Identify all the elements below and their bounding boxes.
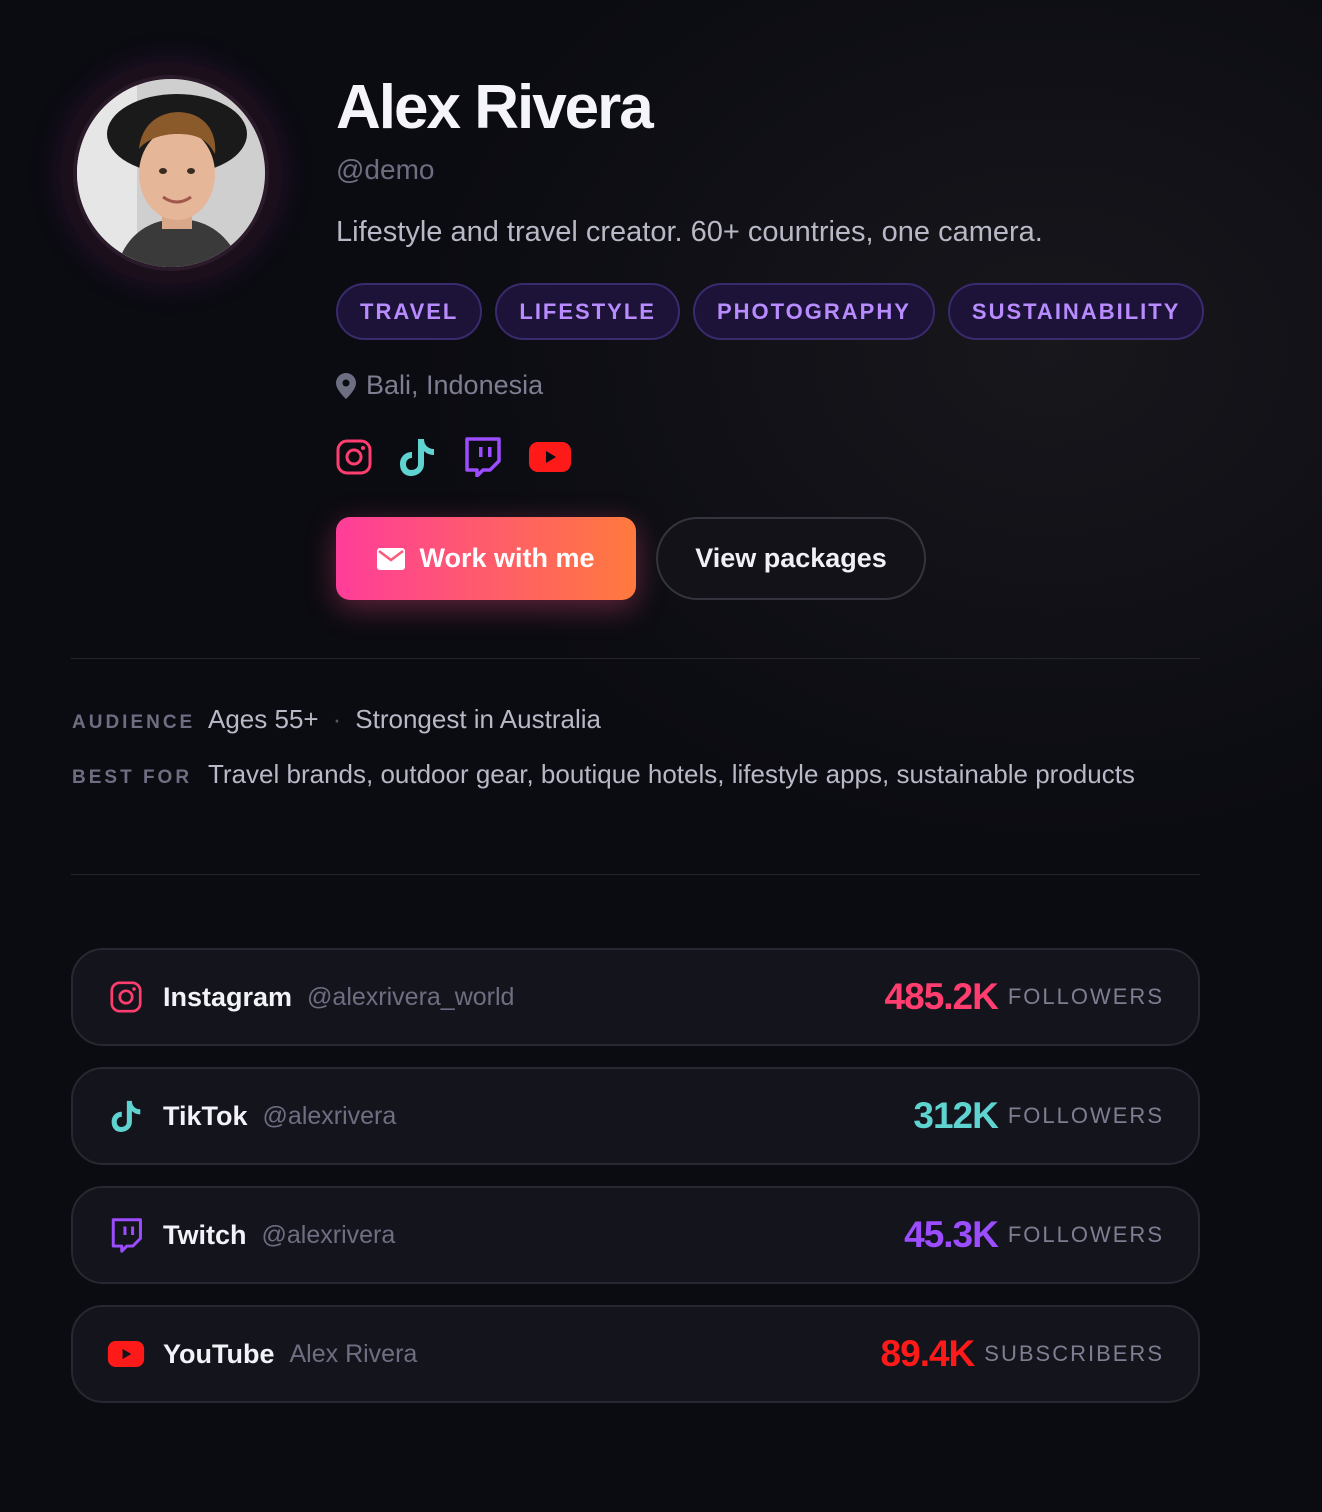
tag-travel[interactable]: TRAVEL (336, 283, 483, 340)
tag-lifestyle[interactable]: LIFESTYLE (495, 283, 680, 340)
location-text: Bali, Indonesia (366, 370, 544, 400)
instagram-icon[interactable] (336, 439, 372, 475)
audience-row: AUDIENCE Ages 55+ · Strongest in Australia (72, 704, 1212, 735)
platform-list: Instagram @alexrivera_world 485.2K FOLLO… (71, 948, 1200, 1424)
platform-card-instagram[interactable]: Instagram @alexrivera_world 485.2K FOLLO… (71, 948, 1200, 1046)
platform-card-youtube[interactable]: YouTube Alex Rivera 89.4K SUBSCRIBERS (71, 1305, 1200, 1403)
map-pin-icon (336, 372, 356, 399)
tiktok-icon[interactable] (398, 437, 436, 477)
tag-sustainability[interactable]: SUSTAINABILITY (947, 283, 1205, 340)
envelope-icon (377, 547, 406, 570)
instagram-icon (110, 981, 142, 1013)
platform-handle: @alexrivera (261, 1220, 396, 1249)
audience-region: Strongest in Australia (355, 704, 601, 734)
platform-handle: @alexrivera_world (307, 982, 515, 1011)
profile-handle: @demo (336, 154, 435, 185)
tiktok-icon (111, 1100, 141, 1132)
audience-value: Ages 55+ · Strongest in Australia (208, 704, 601, 735)
platform-card-twitch[interactable]: Twitch @alexrivera 45.3K FOLLOWERS (71, 1186, 1200, 1284)
audience-label: AUDIENCE (72, 712, 196, 733)
platform-name: Twitch (163, 1219, 247, 1250)
audience-separator: · (332, 704, 342, 734)
platform-name: Instagram (163, 981, 293, 1012)
action-buttons: Work with me View packages (336, 517, 1236, 600)
tag-photography[interactable]: PHOTOGRAPHY (692, 283, 935, 340)
platform-name: TikTok (163, 1100, 248, 1131)
divider-top (71, 658, 1200, 659)
profile-bio: Lifestyle and travel creator. 60+ countr… (336, 216, 1043, 248)
profile-header: Alex Rivera @demo Lifestyle and travel c… (336, 72, 1236, 600)
follower-count: 45.3K (904, 1214, 999, 1255)
follower-unit: FOLLOWERS (1007, 1222, 1164, 1247)
work-with-me-button[interactable]: Work with me (336, 517, 636, 600)
platform-name: YouTube (163, 1338, 275, 1369)
follower-count: 485.2K (884, 976, 999, 1017)
avatar-image (77, 79, 265, 267)
location: Bali, Indonesia (336, 370, 1236, 401)
twitch-icon[interactable] (462, 437, 502, 477)
youtube-icon[interactable] (528, 441, 572, 473)
platform-handle: @alexrivera (262, 1101, 397, 1130)
follower-unit: FOLLOWERS (1007, 1103, 1164, 1128)
best-for-label: BEST FOR (72, 767, 193, 788)
view-packages-button[interactable]: View packages (656, 517, 926, 600)
divider-bottom (71, 874, 1200, 875)
audience-age: Ages 55+ (208, 704, 319, 734)
twitch-icon (111, 1218, 142, 1253)
avatar-ring (60, 62, 282, 284)
platform-card-tiktok[interactable]: TikTok @alexrivera 312K FOLLOWERS (71, 1067, 1200, 1165)
best-for-row: BEST FOR Travel brands, outdoor gear, bo… (72, 759, 1212, 790)
tag-list: TRAVEL LIFESTYLE PHOTOGRAPHY SUSTAINABIL… (336, 283, 1236, 340)
subscriber-unit: SUBSCRIBERS (984, 1341, 1164, 1366)
work-with-me-label: Work with me (419, 543, 595, 573)
subscriber-count: 89.4K (880, 1333, 976, 1374)
best-for-value: Travel brands, outdoor gear, boutique ho… (208, 759, 1135, 789)
youtube-icon (107, 1341, 145, 1367)
follower-count: 312K (913, 1095, 998, 1136)
avatar (73, 75, 269, 271)
follower-unit: FOLLOWERS (1007, 984, 1164, 1009)
social-links (336, 437, 1236, 477)
platform-handle: Alex Rivera (289, 1339, 418, 1368)
profile-name: Alex Rivera (336, 73, 654, 142)
